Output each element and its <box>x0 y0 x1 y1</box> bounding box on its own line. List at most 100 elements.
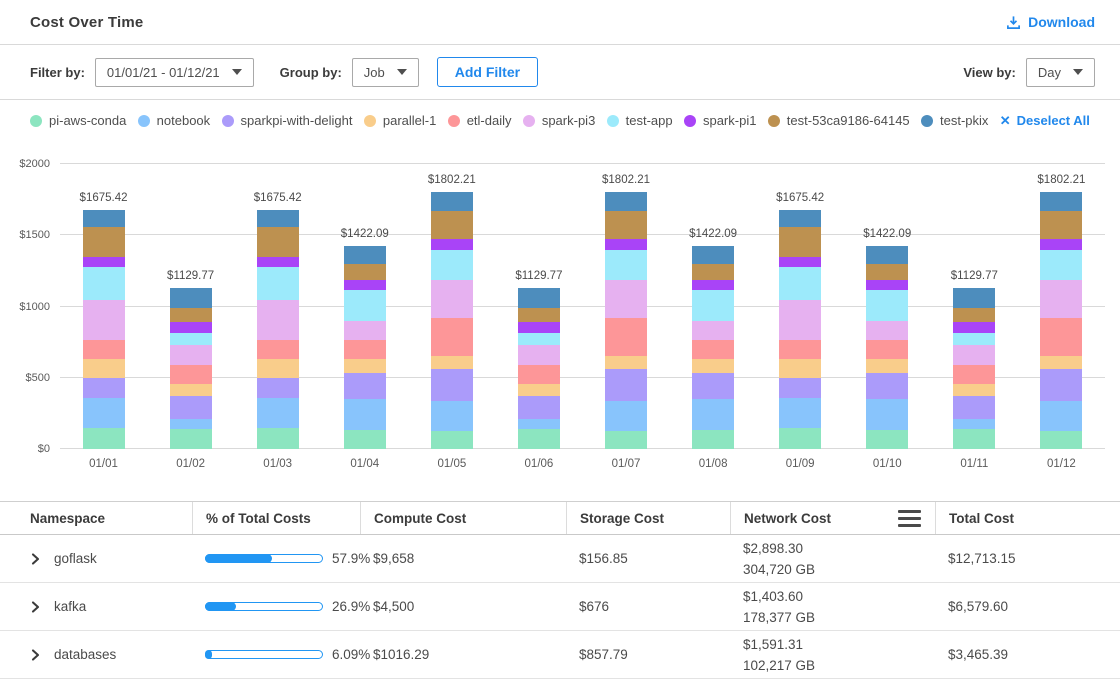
bar-segment-notebook[interactable] <box>605 401 647 431</box>
bar-segment-spark-pi1[interactable] <box>866 280 908 290</box>
bar-segment-sparkpi-with-delight[interactable] <box>866 373 908 400</box>
bar-segment-test-app[interactable] <box>692 290 734 321</box>
bar-segment-test-pkix[interactable] <box>518 288 560 308</box>
bar-segment-sparkpi-with-delight[interactable] <box>1040 369 1082 401</box>
bar-segment-notebook[interactable] <box>518 419 560 429</box>
bar-segment-test-53ca9186-64145[interactable] <box>257 227 299 257</box>
bar-segment-sparkpi-with-delight[interactable] <box>344 373 386 400</box>
stacked-bar[interactable] <box>692 246 734 449</box>
bar-segment-test-app[interactable] <box>257 267 299 300</box>
bar-segment-parallel-1[interactable] <box>344 359 386 373</box>
bar-segment-test-app[interactable] <box>953 333 995 346</box>
bar-segment-etl-daily[interactable] <box>170 365 212 384</box>
stacked-bar[interactable] <box>431 192 473 449</box>
bar-segment-pi-aws-conda[interactable] <box>83 428 125 449</box>
bar-segment-spark-pi3[interactable] <box>605 280 647 318</box>
bar-segment-etl-daily[interactable] <box>518 365 560 384</box>
bar-segment-test-53ca9186-64145[interactable] <box>692 264 734 280</box>
bar-segment-etl-daily[interactable] <box>866 340 908 359</box>
legend-item-test-53ca9186-64145[interactable]: test-53ca9186-64145 <box>768 113 910 128</box>
bar-segment-test-53ca9186-64145[interactable] <box>170 308 212 322</box>
bar-segment-test-53ca9186-64145[interactable] <box>83 227 125 257</box>
bar-segment-pi-aws-conda[interactable] <box>170 429 212 449</box>
bar-segment-sparkpi-with-delight[interactable] <box>83 378 125 399</box>
bar-segment-spark-pi1[interactable] <box>257 257 299 267</box>
bar-segment-test-app[interactable] <box>170 333 212 346</box>
bar-segment-test-app[interactable] <box>866 290 908 321</box>
legend-item-pi-aws-conda[interactable]: pi-aws-conda <box>30 113 126 128</box>
bar-segment-sparkpi-with-delight[interactable] <box>953 396 995 419</box>
stacked-bar[interactable] <box>257 210 299 449</box>
bar-segment-test-pkix[interactable] <box>605 192 647 211</box>
bar-segment-test-53ca9186-64145[interactable] <box>953 308 995 322</box>
bar-segment-sparkpi-with-delight[interactable] <box>605 369 647 401</box>
bar-segment-spark-pi3[interactable] <box>692 321 734 340</box>
bar-segment-parallel-1[interactable] <box>518 384 560 396</box>
bar-segment-test-pkix[interactable] <box>1040 192 1082 211</box>
stacked-bar[interactable] <box>1040 192 1082 449</box>
expand-chevron-icon[interactable] <box>30 601 41 613</box>
bar-segment-spark-pi1[interactable] <box>83 257 125 267</box>
bar-segment-notebook[interactable] <box>692 399 734 429</box>
bar-segment-pi-aws-conda[interactable] <box>1040 431 1082 449</box>
bar-segment-test-pkix[interactable] <box>257 210 299 227</box>
bar-segment-pi-aws-conda[interactable] <box>605 431 647 449</box>
bar-segment-test-53ca9186-64145[interactable] <box>431 211 473 239</box>
bar-segment-test-53ca9186-64145[interactable] <box>866 264 908 280</box>
bar-segment-test-pkix[interactable] <box>866 246 908 264</box>
bar-segment-etl-daily[interactable] <box>344 340 386 359</box>
bar-segment-pi-aws-conda[interactable] <box>779 428 821 449</box>
bar-segment-notebook[interactable] <box>170 419 212 429</box>
bar-segment-etl-daily[interactable] <box>692 340 734 359</box>
bar-segment-spark-pi3[interactable] <box>953 345 995 365</box>
bar-segment-spark-pi3[interactable] <box>83 300 125 340</box>
bar-segment-spark-pi3[interactable] <box>518 345 560 365</box>
bar-segment-notebook[interactable] <box>83 398 125 428</box>
bar-segment-spark-pi1[interactable] <box>518 322 560 333</box>
group-by-select[interactable]: Job <box>352 58 419 87</box>
bar-segment-spark-pi3[interactable] <box>779 300 821 340</box>
legend-item-test-app[interactable]: test-app <box>607 113 673 128</box>
bar-segment-spark-pi3[interactable] <box>257 300 299 340</box>
bar-segment-test-app[interactable] <box>431 250 473 280</box>
bar-segment-test-53ca9186-64145[interactable] <box>605 211 647 239</box>
bar-segment-test-pkix[interactable] <box>692 246 734 264</box>
bar-segment-test-53ca9186-64145[interactable] <box>518 308 560 322</box>
bar-segment-test-pkix[interactable] <box>83 210 125 227</box>
bar-segment-test-pkix[interactable] <box>431 192 473 211</box>
bar-segment-notebook[interactable] <box>257 398 299 428</box>
legend-item-test-pkix[interactable]: test-pkix <box>921 113 988 128</box>
add-filter-button[interactable]: Add Filter <box>437 57 538 87</box>
bar-segment-spark-pi3[interactable] <box>1040 280 1082 318</box>
bar-segment-spark-pi1[interactable] <box>692 280 734 290</box>
bar-segment-notebook[interactable] <box>431 401 473 431</box>
bar-segment-pi-aws-conda[interactable] <box>518 429 560 449</box>
bar-segment-test-app[interactable] <box>518 333 560 346</box>
bar-segment-parallel-1[interactable] <box>605 356 647 369</box>
download-button[interactable]: Download <box>1006 14 1095 30</box>
bar-segment-pi-aws-conda[interactable] <box>866 430 908 449</box>
bar-segment-test-app[interactable] <box>344 290 386 321</box>
bar-segment-etl-daily[interactable] <box>953 365 995 384</box>
bar-segment-sparkpi-with-delight[interactable] <box>431 369 473 401</box>
bar-segment-test-53ca9186-64145[interactable] <box>1040 211 1082 239</box>
bar-segment-parallel-1[interactable] <box>257 359 299 377</box>
bar-segment-test-app[interactable] <box>1040 250 1082 280</box>
bar-segment-test-53ca9186-64145[interactable] <box>344 264 386 280</box>
bar-segment-notebook[interactable] <box>953 419 995 429</box>
stacked-bar[interactable] <box>170 288 212 449</box>
bar-segment-parallel-1[interactable] <box>866 359 908 373</box>
bar-segment-test-pkix[interactable] <box>953 288 995 308</box>
stacked-bar[interactable] <box>953 288 995 449</box>
bar-segment-test-app[interactable] <box>83 267 125 300</box>
deselect-all-button[interactable]: ✕ Deselect All <box>1000 113 1090 128</box>
legend-item-etl-daily[interactable]: etl-daily <box>448 113 512 128</box>
bar-segment-parallel-1[interactable] <box>692 359 734 373</box>
bar-segment-spark-pi3[interactable] <box>170 345 212 365</box>
stacked-bar[interactable] <box>83 210 125 449</box>
stacked-bar[interactable] <box>518 288 560 449</box>
legend-item-notebook[interactable]: notebook <box>138 113 211 128</box>
bar-segment-test-pkix[interactable] <box>779 210 821 227</box>
bar-segment-notebook[interactable] <box>866 399 908 429</box>
legend-item-sparkpi-with-delight[interactable]: sparkpi-with-delight <box>222 113 353 128</box>
